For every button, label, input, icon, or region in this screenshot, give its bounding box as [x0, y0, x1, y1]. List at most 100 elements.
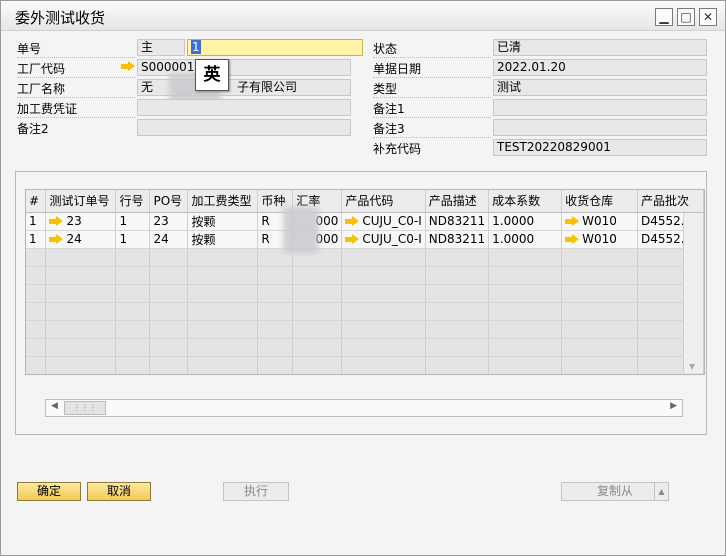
col-header-cost-factor[interactable]: 成本系数: [488, 190, 563, 213]
vertical-scrollbar[interactable]: ▼: [683, 213, 703, 373]
table-row[interactable]: [26, 284, 704, 303]
remark2-label: 备注2: [17, 122, 49, 136]
cell-test-order-no[interactable]: 23: [45, 212, 117, 231]
cell-index: 1: [26, 230, 47, 249]
link-arrow-icon[interactable]: [345, 234, 360, 244]
factory-name-suffix: 子有限公司: [237, 80, 298, 94]
remark3-field[interactable]: [493, 119, 707, 136]
cell-product-code[interactable]: CUJU_C0-I: [341, 212, 426, 231]
doc-number-value: 1: [191, 40, 201, 54]
doc-number-label: 单号: [17, 42, 42, 56]
series-field[interactable]: 主: [137, 39, 185, 56]
doc-number-input[interactable]: 1: [187, 39, 363, 56]
lines-grid: # 测试订单号 行号 PO号 加工费类型 币种 汇率 产品代码 产品描述 成本系…: [25, 189, 705, 375]
divider: [373, 57, 491, 58]
cell-warehouse[interactable]: W010: [561, 212, 639, 231]
link-arrow-icon[interactable]: [345, 216, 360, 226]
col-header-index[interactable]: #: [26, 190, 47, 213]
cell-warehouse[interactable]: W010: [561, 230, 639, 249]
factory-code-label: 工厂代码: [17, 62, 66, 76]
cell-fee-type[interactable]: 按颗: [187, 230, 259, 249]
minimize-button[interactable]: ▁: [655, 8, 673, 26]
link-arrow-icon[interactable]: [49, 216, 64, 226]
status-field: 已清: [493, 39, 707, 56]
divider: [17, 57, 135, 58]
copy-from-button[interactable]: 复制从 ▲: [561, 482, 669, 501]
col-header-batch[interactable]: 产品批次: [637, 190, 704, 213]
divider: [373, 137, 491, 138]
cell-fee-type[interactable]: 按颗: [187, 212, 259, 231]
close-button[interactable]: ✕: [699, 8, 717, 26]
maximize-button[interactable]: □: [677, 8, 695, 26]
cell-index: 1: [26, 212, 47, 231]
col-header-line-no[interactable]: 行号: [115, 190, 151, 213]
table-row[interactable]: [26, 320, 704, 339]
scroll-left-arrow-icon[interactable]: ◀: [51, 401, 58, 411]
cell-test-order-no[interactable]: 24: [45, 230, 117, 249]
scroll-right-arrow-icon[interactable]: ▶: [670, 401, 677, 411]
ime-indicator: 英: [195, 59, 229, 91]
factory-name-label: 工厂名称: [17, 82, 66, 96]
remark1-field[interactable]: [493, 99, 707, 116]
col-header-product-desc[interactable]: 产品描述: [425, 190, 490, 213]
cell-value: 23: [66, 214, 82, 228]
processing-fee-voucher-field[interactable]: [137, 99, 351, 116]
col-header-test-order-no[interactable]: 测试订单号: [45, 190, 117, 213]
col-header-product-code[interactable]: 产品代码: [341, 190, 426, 213]
col-header-fee-type[interactable]: 加工费类型: [187, 190, 259, 213]
cell-product-desc[interactable]: ND83211: [425, 230, 490, 249]
cell-value: CUJU_C0-I: [362, 214, 422, 228]
cell-product-code[interactable]: CUJU_C0-I: [341, 230, 426, 249]
table-row[interactable]: 1 23 1 23 按颗 R 000 CUJU_C0-I ND83211 1.0…: [26, 212, 704, 231]
grid-header-row: # 测试订单号 行号 PO号 加工费类型 币种 汇率 产品代码 产品描述 成本系…: [26, 190, 704, 213]
doc-date-label: 单据日期: [373, 62, 422, 76]
divider: [17, 77, 135, 78]
table-row[interactable]: [26, 374, 704, 375]
cell-value: W010: [582, 232, 617, 246]
link-arrow-icon[interactable]: [121, 61, 135, 71]
link-arrow-icon[interactable]: [49, 234, 64, 244]
table-row[interactable]: [26, 302, 704, 321]
horizontal-scrollbar[interactable]: ◀ ⋮⋮⋮ ▶: [45, 399, 683, 417]
table-row[interactable]: [26, 248, 704, 267]
divider: [17, 97, 135, 98]
link-arrow-icon[interactable]: [565, 234, 580, 244]
cell-po-no[interactable]: 23: [149, 212, 189, 231]
execute-button[interactable]: 执行: [223, 482, 289, 501]
dropdown-arrow-icon[interactable]: ▲: [654, 483, 668, 500]
type-label: 类型: [373, 82, 398, 96]
factory-name-prefix: 无: [141, 80, 154, 94]
cell-line-no[interactable]: 1: [115, 230, 151, 249]
doc-date-field[interactable]: 2022.01.20: [493, 59, 707, 76]
divider: [373, 77, 491, 78]
cell-cost-factor[interactable]: 1.0000: [488, 230, 563, 249]
divider: [373, 117, 491, 118]
scroll-down-arrow-icon[interactable]: ▼: [689, 362, 695, 371]
title-bar: 委外测试收货 ▁ □ ✕: [1, 1, 725, 31]
processing-fee-voucher-label: 加工费凭证: [17, 102, 78, 116]
table-row[interactable]: 1 24 1 24 按颗 R 000 CUJU_C0-I ND83211 1.0…: [26, 230, 704, 249]
ok-button[interactable]: 确定: [17, 482, 81, 501]
redaction-blur: [283, 207, 319, 253]
cell-po-no[interactable]: 24: [149, 230, 189, 249]
col-header-po-no[interactable]: PO号: [149, 190, 189, 213]
cell-line-no[interactable]: 1: [115, 212, 151, 231]
link-arrow-icon[interactable]: [565, 216, 580, 226]
window-title: 委外测试收货: [15, 9, 106, 27]
scroll-thumb[interactable]: ⋮⋮⋮: [64, 401, 106, 415]
remark2-field[interactable]: [137, 119, 351, 136]
cell-value: CUJU_C0-I: [362, 232, 422, 246]
table-row[interactable]: [26, 356, 704, 374]
table-row[interactable]: [26, 266, 704, 285]
supplementary-code-label: 补充代码: [373, 142, 422, 156]
cell-cost-factor[interactable]: 1.0000: [488, 212, 563, 231]
table-row[interactable]: [26, 338, 704, 357]
cell-value: 24: [66, 232, 82, 246]
type-field[interactable]: 测试: [493, 79, 707, 96]
supplementary-code-field[interactable]: TEST20220829001: [493, 139, 707, 156]
remark1-label: 备注1: [373, 102, 405, 116]
cell-value: W010: [582, 214, 617, 228]
cell-product-desc[interactable]: ND83211: [425, 212, 490, 231]
col-header-warehouse[interactable]: 收货仓库: [561, 190, 639, 213]
cancel-button[interactable]: 取消: [87, 482, 151, 501]
